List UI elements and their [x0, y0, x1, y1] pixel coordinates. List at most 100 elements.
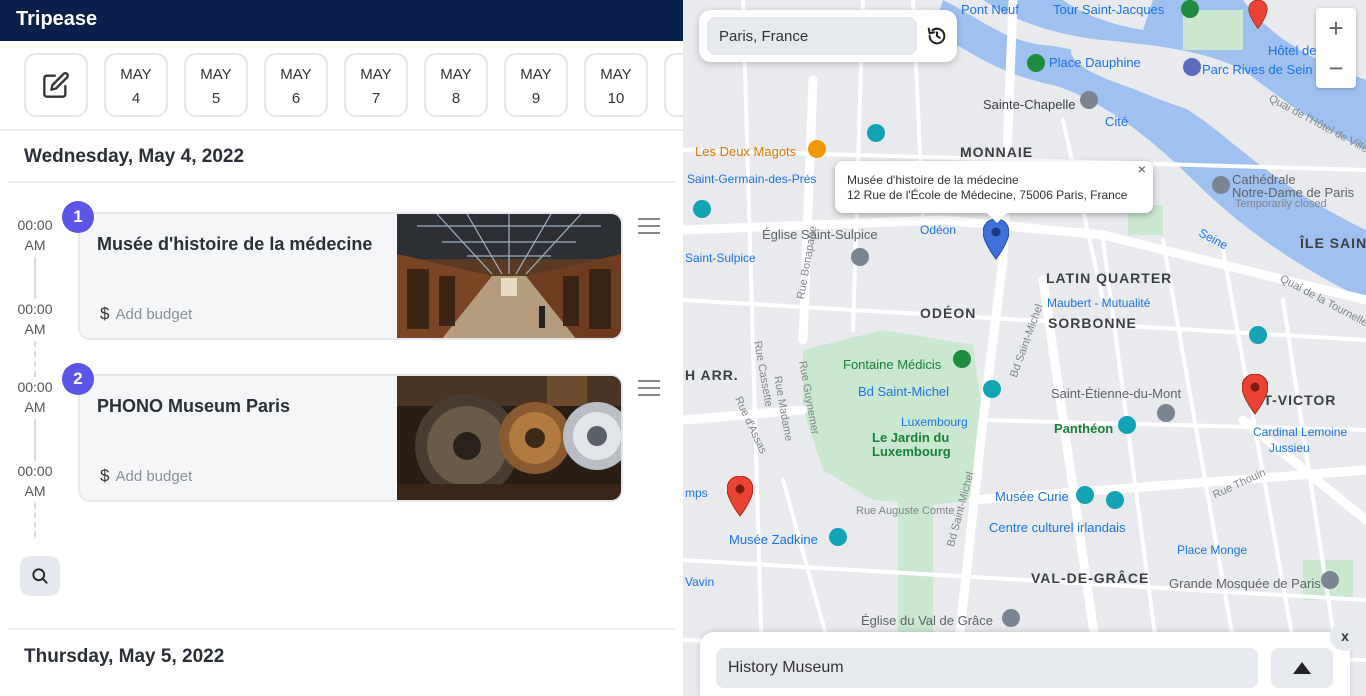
map-marker[interactable]	[727, 476, 753, 518]
map-label: Parc Rives de Sein	[1202, 62, 1313, 77]
day-strip: MAY 4 MAY 5 MAY 6 MAY 7 MAY 8 MAY 9 MAY 10	[0, 41, 683, 131]
selected-map-marker[interactable]	[983, 219, 1009, 261]
divider	[8, 181, 675, 183]
drag-handle-icon[interactable]	[638, 218, 660, 236]
church-icon[interactable]	[1002, 609, 1020, 627]
close-panel-button[interactable]: x	[1330, 621, 1360, 651]
history-icon	[927, 27, 946, 45]
map-label: Luxembourg	[901, 415, 968, 429]
day-number: 9	[531, 90, 541, 107]
day-button-partial[interactable]	[664, 53, 683, 117]
add-budget-button[interactable]: $ Add budget	[100, 466, 192, 486]
museum-icon[interactable]	[983, 380, 1001, 398]
day-heading: Thursday, May 5, 2022	[24, 646, 225, 667]
history-button[interactable]	[923, 22, 951, 50]
place-search-panel	[700, 632, 1350, 696]
stop-card[interactable]: Musée d'histoire de la médecine $ Add bud…	[78, 212, 623, 340]
budget-label: Add budget	[115, 468, 193, 485]
day-number: 4	[131, 90, 141, 107]
timeline-line	[34, 419, 36, 461]
time-ampm: AM	[24, 483, 46, 499]
church-icon[interactable]	[851, 248, 869, 266]
stop-card[interactable]: PHONO Museum Paris $ Add budget	[78, 374, 623, 502]
park-icon[interactable]	[1027, 54, 1045, 72]
mosque-icon[interactable]	[1321, 571, 1339, 589]
day-button-may-7[interactable]: MAY 7	[344, 53, 408, 117]
day-number: 8	[451, 90, 461, 107]
close-info-button[interactable]: ×	[1138, 162, 1146, 177]
timeline-connector	[34, 341, 36, 377]
place-search-input[interactable]	[716, 648, 1258, 688]
day-month: MAY	[200, 66, 232, 83]
restaurant-icon[interactable]	[808, 140, 826, 158]
map-label: Fontaine Médicis	[843, 357, 942, 372]
map-label: Temporarily closed	[1235, 198, 1327, 210]
museum-icon[interactable]	[1076, 486, 1094, 504]
church-icon[interactable]	[1080, 91, 1098, 109]
dollar-icon: $	[100, 466, 110, 485]
day-month: MAY	[600, 66, 632, 83]
map-label: Saint-Sulpice	[685, 251, 756, 265]
museum-icon[interactable]	[693, 200, 711, 218]
map-label: Hôtel de	[1268, 43, 1317, 58]
day-button-may-10[interactable]: MAY 10	[584, 53, 648, 117]
zoom-out-button[interactable]: −	[1316, 48, 1356, 88]
start-time[interactable]: 00:00 AM	[10, 377, 60, 417]
end-time[interactable]: 00:00 AM	[10, 461, 60, 501]
map-label: Grande Mosquée de Paris	[1169, 576, 1321, 591]
park-icon[interactable]	[953, 350, 971, 368]
map-label: Pont Neuf	[961, 2, 1019, 17]
start-time[interactable]: 00:00 AM	[10, 215, 60, 255]
map-label: Maubert - Mutualité	[1047, 296, 1151, 310]
day-button-may-9[interactable]: MAY 9	[504, 53, 568, 117]
budget-label: Add budget	[115, 306, 193, 323]
map-label: Rue Auguste Comte	[856, 505, 955, 517]
map-label: Cité	[1105, 114, 1129, 129]
location-input[interactable]	[707, 17, 917, 55]
day-month: MAY	[440, 66, 472, 83]
map-label: Sainte-Chapelle	[983, 97, 1076, 112]
dollar-icon: $	[100, 304, 110, 323]
end-time[interactable]: 00:00 AM	[10, 299, 60, 339]
church-icon[interactable]	[1157, 404, 1175, 422]
day-button-may-4[interactable]: MAY 4	[104, 53, 168, 117]
expand-panel-button[interactable]	[1271, 648, 1333, 688]
map-label: Bd Saint-Michel	[858, 384, 950, 399]
marker-info-window: Musée d'histoire de la médecine 12 Rue d…	[835, 161, 1153, 223]
map-label: mps	[685, 486, 708, 500]
itinerary-panel: Tripease MAY 4 MAY 5 MAY 6 MAY 7 MAY 8 MAY 9 M…	[0, 0, 683, 696]
info-title: Musée d'histoire de la médecine	[847, 173, 1019, 187]
park-icon[interactable]	[1181, 0, 1199, 18]
map-view[interactable]: Pont Neuf Tour Saint-Jacques Hôtel de Pl…	[683, 0, 1366, 696]
museum-icon[interactable]	[1106, 491, 1124, 509]
map-label: Vavin	[685, 575, 715, 589]
church-icon[interactable]	[1212, 176, 1230, 194]
parking-icon[interactable]	[1183, 58, 1201, 76]
edit-icon	[43, 72, 69, 98]
map-label: Odéon	[920, 223, 957, 237]
museum-icon[interactable]	[829, 528, 847, 546]
add-budget-button[interactable]: $ Add budget	[100, 304, 192, 324]
map-label: VAL-DE-GRÂCE	[1031, 570, 1150, 586]
day-button-may-5[interactable]: MAY 5	[184, 53, 248, 117]
edit-trip-button[interactable]	[24, 53, 88, 117]
day-button-may-6[interactable]: MAY 6	[264, 53, 328, 117]
day-button-may-8[interactable]: MAY 8	[424, 53, 488, 117]
divider	[8, 628, 675, 630]
zoom-in-button[interactable]: +	[1316, 8, 1356, 48]
day-heading: Wednesday, May 4, 2022	[24, 146, 245, 167]
day-number: 7	[371, 90, 381, 107]
app-bar: Tripease	[0, 0, 683, 41]
map-marker[interactable]	[1245, 0, 1271, 30]
day-month: MAY	[120, 66, 152, 83]
drag-handle-icon[interactable]	[638, 380, 660, 398]
museum-icon[interactable]	[1249, 326, 1267, 344]
monument-icon[interactable]	[1118, 416, 1136, 434]
time-ampm: AM	[24, 321, 46, 337]
day-number: 5	[211, 90, 221, 107]
day-number: 6	[291, 90, 301, 107]
museum-icon[interactable]	[867, 124, 885, 142]
map-marker[interactable]	[1242, 374, 1268, 416]
search-places-button[interactable]	[20, 556, 60, 596]
time-value: 00:00	[17, 301, 53, 317]
